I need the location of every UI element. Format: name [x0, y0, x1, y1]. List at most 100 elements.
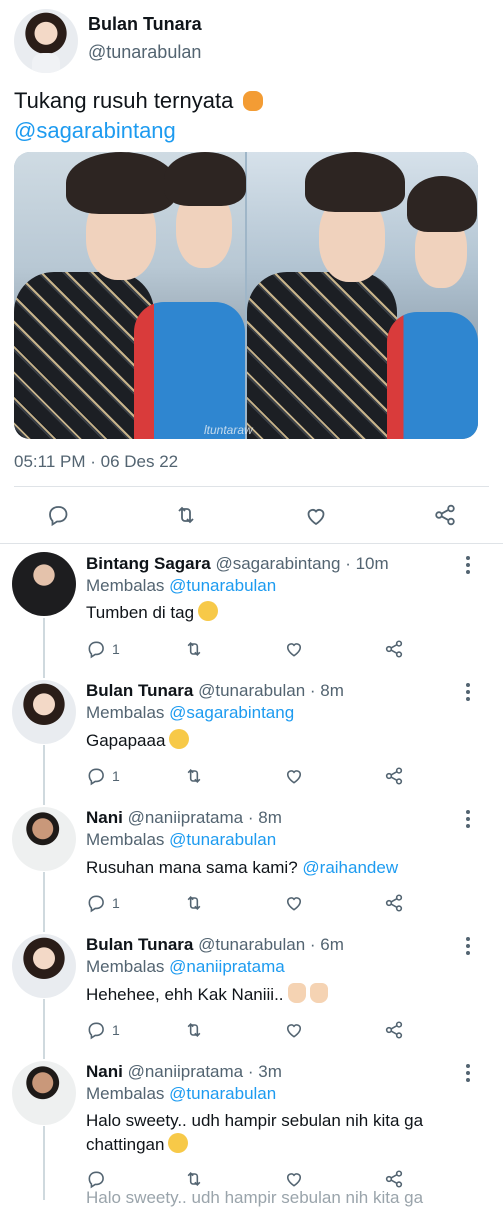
reply-author-line[interactable]: Nani @naniipratama · 3m	[86, 1062, 282, 1082]
reply-avatar[interactable]	[12, 934, 76, 998]
like-button[interactable]	[284, 1019, 304, 1041]
reply-author-handle: @naniipratama	[127, 1062, 244, 1081]
share-button[interactable]	[384, 892, 404, 914]
reply-time: · 10m	[345, 554, 389, 573]
like-button[interactable]	[284, 765, 304, 787]
reply-author-handle: @naniipratama	[127, 808, 244, 827]
share-button[interactable]	[384, 638, 404, 660]
photo-figure	[407, 176, 477, 232]
tweet-photo[interactable]: ltuntaraw	[14, 152, 478, 439]
reply-icon[interactable]	[46, 503, 70, 527]
retweet-button[interactable]	[184, 1019, 204, 1041]
author-avatar[interactable]	[14, 9, 78, 73]
retweet-button[interactable]	[184, 765, 204, 787]
reply-text: Hehehee, ehh Kak Naniii..	[86, 983, 466, 1007]
author-handle[interactable]: @tunarabulan	[88, 42, 201, 63]
share-icon[interactable]	[433, 503, 457, 527]
retweet-button[interactable]	[184, 1168, 204, 1190]
reply-button[interactable]: 1	[86, 892, 120, 914]
thinking-emoji-icon	[198, 601, 219, 621]
reply-action-bar: 1	[86, 765, 416, 787]
reply-body: Gapapaaa	[86, 731, 166, 750]
reply-icon	[88, 641, 104, 659]
tweet-mention-link[interactable]: @sagarabintang	[14, 118, 176, 143]
retweet-icon[interactable]	[174, 503, 198, 527]
more-options-icon[interactable]	[466, 810, 472, 831]
reply-time: · 8m	[247, 808, 282, 827]
share-icon	[385, 767, 403, 785]
reply-author-line[interactable]: Bulan Tunara @tunarabulan · 8m	[86, 681, 344, 701]
reply-text: Halo sweety.. udh hampir sebulan nih kit…	[86, 1109, 486, 1157]
like-button[interactable]	[284, 638, 304, 660]
photo-figure	[164, 152, 246, 206]
share-button[interactable]	[384, 1168, 404, 1190]
divider	[14, 486, 489, 487]
share-button[interactable]	[384, 765, 404, 787]
more-options-icon[interactable]	[466, 683, 472, 704]
reply-text: Gapapaaa	[86, 729, 466, 753]
reply-avatar[interactable]	[12, 680, 76, 744]
thread-line	[43, 745, 45, 805]
reply-action-bar: 1	[86, 1019, 416, 1041]
reply-button[interactable]: 1	[86, 765, 120, 787]
author-name[interactable]: Bulan Tunara	[88, 14, 202, 35]
thread-line	[43, 618, 45, 678]
reply-avatar[interactable]	[12, 552, 76, 616]
like-icon	[286, 897, 302, 911]
divider	[0, 543, 503, 544]
like-icon	[286, 770, 302, 784]
reply-body: Tumben di tag	[86, 603, 195, 622]
like-button[interactable]	[284, 1168, 304, 1190]
more-options-icon[interactable]	[466, 556, 472, 577]
share-icon	[385, 640, 403, 658]
reply-text: Tumben di tag	[86, 601, 466, 625]
reply-body: Halo sweety.. udh hampir sebulan nih kit…	[86, 1111, 424, 1130]
replying-to-link[interactable]: @naniipratama	[169, 957, 285, 976]
share-button[interactable]	[384, 1019, 404, 1041]
replying-to-link[interactable]: @tunarabulan	[169, 576, 276, 595]
more-options-icon[interactable]	[466, 1064, 472, 1085]
reply-mention-link[interactable]: @raihandew	[302, 858, 398, 877]
replying-to-link[interactable]: @tunarabulan	[169, 1084, 276, 1103]
retweet-icon	[187, 896, 201, 910]
like-icon	[286, 1173, 302, 1187]
thread-line	[43, 872, 45, 932]
share-icon	[385, 1021, 403, 1039]
reply-author-line[interactable]: Bintang Sagara @sagarabintang · 10m	[86, 554, 389, 574]
retweet-icon	[187, 1023, 201, 1037]
reply-button[interactable]: 1	[86, 1019, 120, 1041]
share-icon	[385, 894, 403, 912]
reply-avatar[interactable]	[12, 807, 76, 871]
retweet-icon	[187, 642, 201, 656]
tweet-timestamp[interactable]: 05:11 PM · 06 Des 22	[14, 452, 178, 472]
like-icon[interactable]	[304, 504, 328, 528]
replying-to-link[interactable]: @sagarabintang	[169, 703, 294, 722]
more-options-icon[interactable]	[466, 937, 472, 958]
like-icon	[286, 643, 302, 657]
reply-count: 1	[112, 768, 120, 784]
reply-button[interactable]: 1	[86, 638, 120, 660]
replying-label: Membalas	[86, 830, 165, 849]
photo-figure	[14, 272, 154, 439]
replying-to-line: Membalas @sagarabintang	[86, 703, 294, 723]
reply-body: Rusuhan mana sama kami?	[86, 858, 298, 877]
reply-author-name: Nani	[86, 1062, 123, 1081]
reply-author-line[interactable]: Bulan Tunara @tunarabulan · 6m	[86, 935, 344, 955]
like-button[interactable]	[284, 892, 304, 914]
thread-line	[43, 999, 45, 1059]
replying-to-line: Membalas @naniipratama	[86, 957, 285, 977]
photo-figure	[134, 302, 245, 439]
replying-label: Membalas	[86, 703, 165, 722]
replying-to-link[interactable]: @tunarabulan	[169, 830, 276, 849]
retweet-button[interactable]	[184, 892, 204, 914]
photo-figure	[247, 272, 397, 439]
reply-count: 1	[112, 641, 120, 657]
reply-time: · 3m	[247, 1062, 282, 1081]
photo-figure	[387, 312, 478, 439]
retweet-button[interactable]	[184, 638, 204, 660]
reply-icon	[88, 1022, 104, 1040]
reply-button[interactable]	[86, 1168, 112, 1190]
retweet-icon	[187, 1172, 201, 1186]
reply-author-line[interactable]: Nani @naniipratama · 8m	[86, 808, 282, 828]
reply-avatar[interactable]	[12, 1061, 76, 1125]
